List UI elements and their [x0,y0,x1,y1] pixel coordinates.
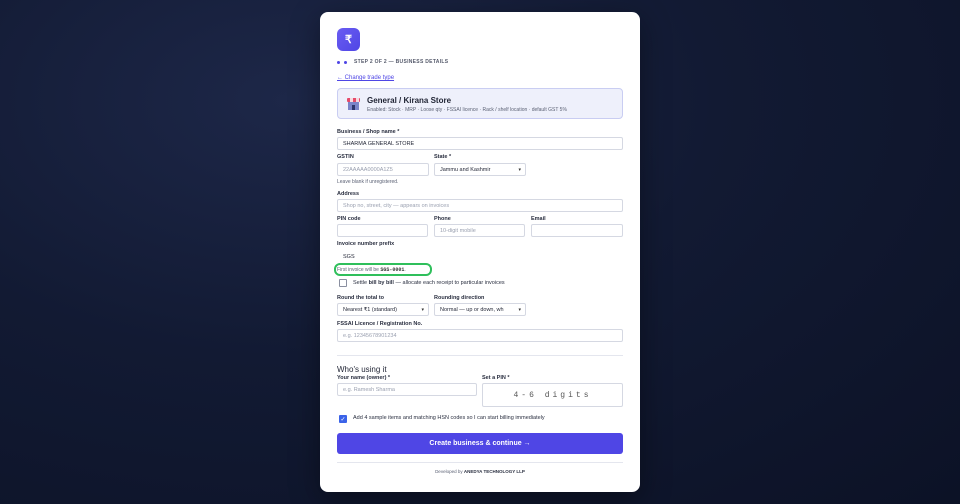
sample-items-checkbox[interactable]: ✓ [339,415,347,423]
sample-items-label: Add 4 sample items and matching HSN code… [353,415,545,421]
business-name-input[interactable]: SHARMA GENERAL STORE [337,137,623,150]
round-total-label: Round the total to [337,295,385,301]
gstin-label: GSTIN [337,154,354,160]
business-name-label: Business / Shop name * [337,129,400,135]
rounding-direction-select[interactable]: Normal — up or down, wh ▾ [434,303,526,316]
step-dot-1 [337,60,340,64]
set-pin-input[interactable]: 4-6 digits [482,383,623,407]
gstin-help: Leave blank if unregistered. [337,179,399,185]
email-label: Email [531,216,546,222]
trade-type-card: General / Kirana Store Enabled: Stock · … [337,88,623,119]
set-pin-label: Set a PIN * [482,375,510,381]
chevron-down-icon: ▾ [421,307,424,313]
footer-credit: Developed by ANEDYA TECHNOLOGY LLP [435,469,525,474]
create-business-button[interactable]: Create business & continue → [337,433,623,454]
rounding-direction-value: Normal — up or down, wh [440,307,504,313]
company-name: ANEDYA TECHNOLOGY LLP [463,469,525,474]
email-input[interactable] [531,224,623,237]
change-trade-type-link[interactable]: ← Change trade type [337,75,394,81]
footer-divider [337,462,623,463]
round-total-select[interactable]: Nearest ₹1 (standard) ▾ [337,303,429,316]
invoice-prefix-label: Invoice number prefix [337,241,395,247]
owner-name-label: Your name (owner) * [337,375,391,381]
pin-code-input[interactable] [337,224,428,237]
section-title: Who's using it [337,365,387,374]
section-divider [337,355,623,356]
chevron-down-icon: ▾ [518,307,521,313]
invoice-help-highlight [334,263,432,276]
state-value: Jammu and Kashmir [440,167,491,173]
gstin-input[interactable]: 22AAAAA0000A1Z5 [337,163,429,176]
round-total-value: Nearest ₹1 (standard) [343,307,397,313]
settle-bill-label: Settle bill by bill — allocate each rece… [353,280,505,286]
settle-bill-checkbox[interactable] [339,279,347,287]
invoice-prefix-input[interactable]: SGS [337,250,428,263]
setup-card: ₹ STEP 2 OF 2 — BUSINESS DETAILS ← Chang… [320,12,640,492]
fssai-input[interactable]: e.g. 12345678901234 [337,329,623,342]
pin-code-label: PIN code [337,216,361,222]
phone-label: Phone [434,216,451,222]
trade-title: General / Kirana Store [367,96,452,105]
state-label: State * [434,154,452,160]
rupee-logo-icon: ₹ [337,28,360,51]
step-dot-2 [344,60,347,64]
store-icon [347,98,360,110]
state-select[interactable]: Jammu and Kashmir ▾ [434,163,526,176]
chevron-down-icon: ▾ [518,167,521,173]
step-indicator: STEP 2 OF 2 — BUSINESS DETAILS [337,59,448,65]
address-input[interactable]: Shop no, street, city — appears on invoi… [337,199,623,212]
step-text: STEP 2 OF 2 — BUSINESS DETAILS [354,59,449,65]
phone-input[interactable]: 10-digit mobile [434,224,525,237]
address-label: Address [337,191,360,197]
fssai-label: FSSAI Licence / Registration No. [337,321,423,327]
owner-name-input[interactable]: e.g. Ramesh Sharma [337,383,477,396]
rounding-direction-label: Rounding direction [434,295,485,301]
trade-subtitle: Enabled: Stock · MRP · Loose qty · FSSAI… [367,107,567,113]
